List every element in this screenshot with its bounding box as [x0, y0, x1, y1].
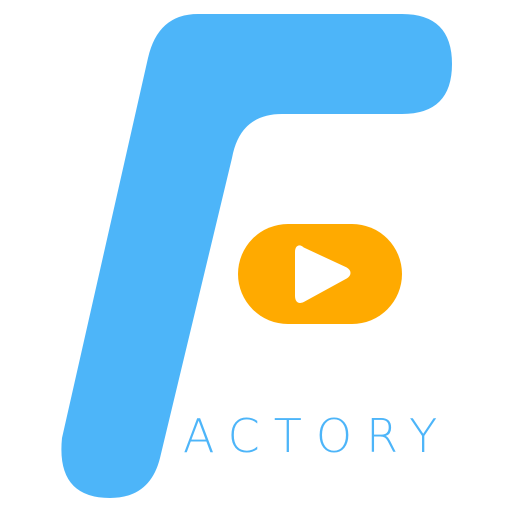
logo-canvas: ACTORY — [0, 0, 512, 512]
play-button-icon — [238, 224, 402, 324]
wordmark-text: ACTORY — [183, 409, 451, 463]
factory-logo: ACTORY — [61, 14, 453, 498]
